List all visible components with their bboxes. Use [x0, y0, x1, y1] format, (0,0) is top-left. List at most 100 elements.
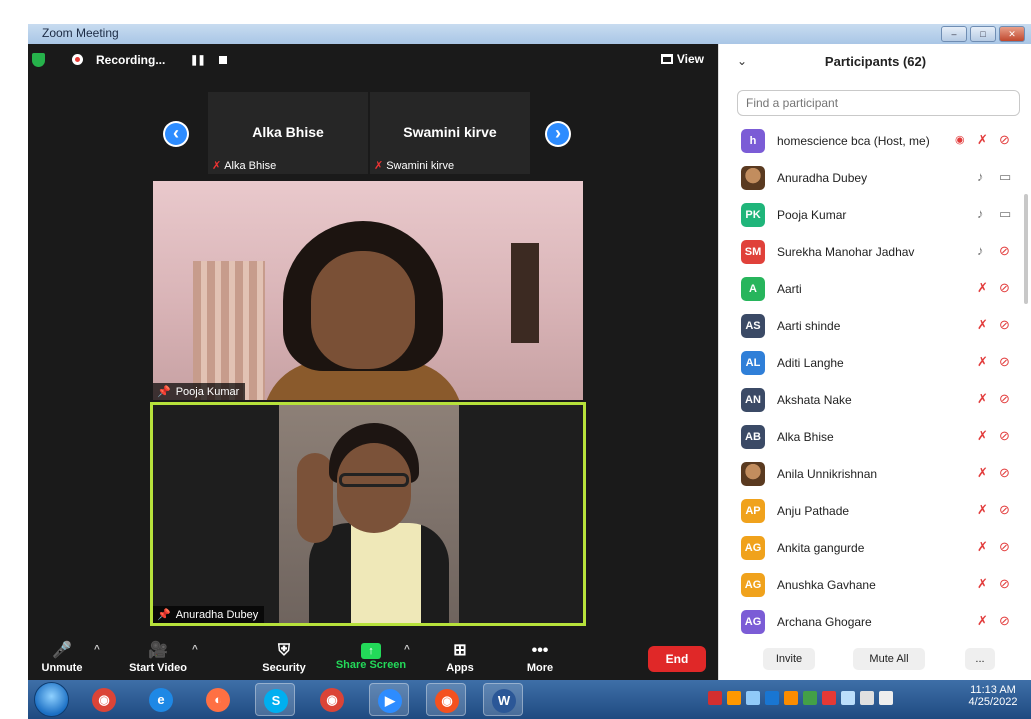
invite-button[interactable]: Invite: [763, 648, 815, 670]
app-tray-icon[interactable]: [727, 691, 741, 705]
mic-muted-icon: ✗: [977, 354, 988, 369]
more-button[interactable]: ••• More: [516, 636, 564, 680]
share-screen-icon: ↑: [361, 643, 381, 659]
gallery-thumb-swamini-kirve[interactable]: Swamini kirve ✗ Swamini kirve: [370, 92, 530, 174]
participant-name: Alka Bhise: [777, 430, 834, 444]
chevron-up-icon[interactable]: ^: [94, 644, 100, 655]
participants-scrollbar[interactable]: [1024, 194, 1028, 304]
video-off-icon: ⊘: [999, 613, 1010, 628]
avatar: AG: [741, 536, 765, 560]
chevron-up-icon[interactable]: ^: [404, 644, 410, 655]
chrome-icon: ◉: [320, 688, 344, 712]
taskbar-zoom-icon[interactable]: ▶: [369, 683, 409, 716]
taskbar-clock[interactable]: 11:13 AM 4/25/2022: [963, 684, 1023, 708]
participants-more-button[interactable]: ...: [965, 648, 995, 670]
start-button-icon[interactable]: [34, 682, 69, 717]
video-icon: ▭: [999, 169, 1012, 184]
speaker-tray-icon[interactable]: [879, 691, 893, 705]
participants-panel: ⌄ Participants (62) h homescience bca (Ho…: [718, 44, 1031, 680]
participant-row[interactable]: h homescience bca (Host, me) ◉ ✗ ⊘: [719, 122, 1031, 159]
taskbar-skype-icon[interactable]: S: [255, 683, 295, 716]
video-tile-label: 📌 Anuradha Dubey: [153, 606, 265, 623]
participant-row[interactable]: AP Anju Pathade ✗ ⊘: [719, 492, 1031, 529]
taskbar-internet-explorer-icon[interactable]: e: [141, 683, 181, 716]
participant-row[interactable]: AG Anushka Gavhane ✗ ⊘: [719, 566, 1031, 603]
pin-icon: 📌: [157, 386, 171, 398]
pause-recording-icon[interactable]: ❚❚: [190, 55, 206, 66]
participant-row[interactable]: PK Pooja Kumar ♪ ▭: [719, 196, 1031, 233]
recording-label: Recording...: [96, 53, 166, 67]
shield-icon[interactable]: [32, 53, 45, 67]
antivirus-tray-icon[interactable]: [822, 691, 836, 705]
network-tray-icon[interactable]: [841, 691, 855, 705]
internet-explorer-icon: e: [149, 688, 173, 712]
participant-row[interactable]: AN Akshata Nake ✗ ⊘: [719, 381, 1031, 418]
participant-row[interactable]: AG Ankita gangurde ✗ ⊘: [719, 529, 1031, 566]
participant-row[interactable]: Anila Unnikrishnan ✗ ⊘: [719, 455, 1031, 492]
participant-name: Aarti shinde: [777, 319, 841, 333]
participants-footer: Invite Mute All ...: [719, 644, 1031, 680]
start-video-button[interactable]: 🎥 Start Video ^: [118, 636, 198, 680]
mic-muted-icon: ✗: [977, 576, 988, 591]
power-tray-icon[interactable]: [784, 691, 798, 705]
chevron-left-icon: ‹: [173, 123, 179, 143]
participant-row[interactable]: AL Aditi Langhe ✗ ⊘: [719, 344, 1031, 381]
apps-button[interactable]: ⊞ Apps: [436, 636, 484, 680]
participant-row[interactable]: Anuradha Dubey ♪ ▭: [719, 159, 1031, 196]
find-participant-input[interactable]: [737, 90, 1020, 116]
participant-video-image: [279, 405, 459, 623]
mic-icon: ♪: [977, 243, 984, 258]
view-button[interactable]: View: [660, 52, 704, 66]
mic-muted-icon: ✗: [977, 465, 988, 480]
mic-muted-icon: ✗: [977, 613, 988, 628]
mute-all-button[interactable]: Mute All: [853, 648, 925, 670]
video-tile-pooja-kumar[interactable]: 📌 Pooja Kumar: [153, 181, 583, 400]
security-button[interactable]: ⛨ Security: [256, 636, 312, 680]
taskbar-firefox-icon[interactable]: ◐: [198, 683, 238, 716]
pdf-tray-icon[interactable]: [708, 691, 722, 705]
participant-name: Aarti: [777, 282, 802, 296]
video-tile-label: 📌 Pooja Kumar: [153, 383, 246, 400]
video-tile-anuradha-dubey[interactable]: 📌 Anuradha Dubey: [150, 402, 586, 626]
usb-tray-icon[interactable]: [746, 691, 760, 705]
grid-icon: [660, 54, 673, 64]
gallery-next-button[interactable]: ›: [545, 121, 571, 147]
video-off-icon: ⊘: [999, 280, 1010, 295]
screen: Zoom Meeting – □ ✕ Recording... ❚❚ View …: [0, 0, 1031, 719]
participants-list: h homescience bca (Host, me) ◉ ✗ ⊘ Anuradha D…: [719, 122, 1031, 640]
word-icon: W: [492, 689, 516, 713]
apps-icon: ⊞: [453, 642, 467, 659]
taskbar-google-chrome-profile-icon[interactable]: ◉: [426, 683, 466, 716]
participant-name: Ankita gangurde: [777, 541, 865, 555]
share-screen-button[interactable]: ↑ Share Screen ^: [332, 636, 410, 680]
participant-name: Surekha Manohar Jadhav: [777, 245, 915, 259]
participant-row[interactable]: A Aarti ✗ ⊘: [719, 270, 1031, 307]
bluetooth-tray-icon[interactable]: [765, 691, 779, 705]
volume-tray-icon[interactable]: [860, 691, 874, 705]
security-tray-icon[interactable]: [803, 691, 817, 705]
taskbar-word-icon[interactable]: W: [483, 683, 523, 716]
participant-row[interactable]: AS Aarti shinde ✗ ⊘: [719, 307, 1031, 344]
windows-taskbar: ◉ e ◐ S ◉ ▶ ◉ W 11:13 AM 4/25/2022: [28, 680, 1031, 719]
view-label: View: [676, 52, 704, 66]
participant-row[interactable]: SM Surekha Manohar Jadhav ♪ ⊘: [719, 233, 1031, 270]
maximize-button[interactable]: □: [970, 26, 996, 42]
taskbar-chrome-icon[interactable]: ◉: [312, 683, 352, 716]
window-controls: – □ ✕: [941, 26, 1025, 42]
meeting-toolbar: 🎤 Unmute ^ 🎥 Start Video ^ ⛨ Security ↑ …: [28, 636, 718, 680]
video-off-icon: ⊘: [999, 354, 1010, 369]
stop-recording-icon[interactable]: [219, 56, 227, 64]
chrome-icon: ◉: [92, 688, 116, 712]
close-button[interactable]: ✕: [999, 26, 1025, 42]
avatar: [741, 462, 765, 486]
participant-row[interactable]: AB Alka Bhise ✗ ⊘: [719, 418, 1031, 455]
gallery-prev-button[interactable]: ‹: [163, 121, 189, 147]
gallery-thumb-alka-bhise[interactable]: Alka Bhise ✗ Alka Bhise: [208, 92, 368, 174]
taskbar-chrome-icon[interactable]: ◉: [84, 683, 124, 716]
avatar: SM: [741, 240, 765, 264]
participant-row[interactable]: AG Archana Ghogare ✗ ⊘: [719, 603, 1031, 640]
unmute-button[interactable]: 🎤 Unmute ^: [36, 636, 100, 680]
minimize-button[interactable]: –: [941, 26, 967, 42]
end-meeting-button[interactable]: End: [648, 646, 706, 672]
chevron-up-icon[interactable]: ^: [192, 644, 198, 655]
